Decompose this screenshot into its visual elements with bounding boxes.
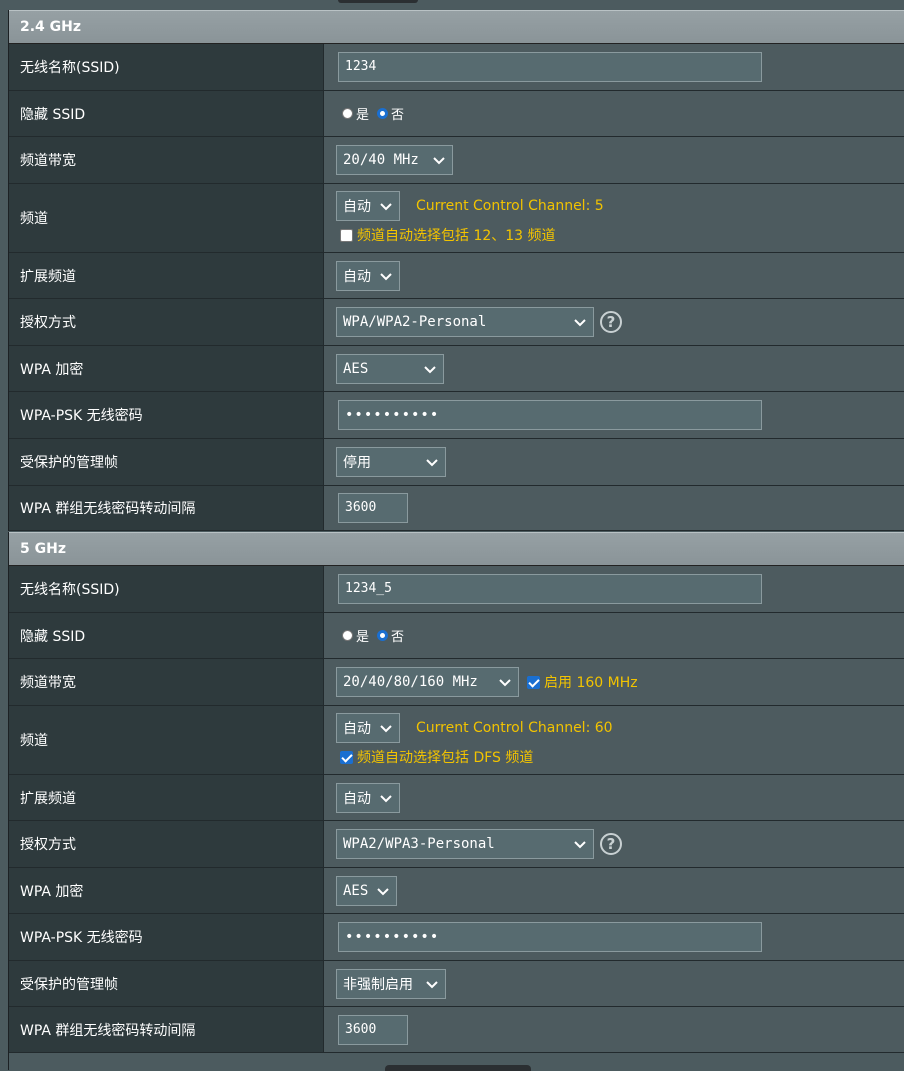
row-psk: WPA-PSK 无线密码 •••••••••• [9, 392, 904, 439]
row-encryption: WPA 加密 AES [9, 868, 904, 914]
channel-auto-checkbox[interactable] [340, 750, 353, 764]
psk-input[interactable]: •••••••••• [338, 922, 762, 952]
row-hide-ssid: 隐藏 SSID 是 否 [9, 613, 904, 659]
bandwidth-select[interactable]: 20/40/80/160 MHz [336, 667, 519, 697]
chevron-down-icon [380, 203, 392, 211]
radio-off-icon [342, 630, 353, 641]
channel-label: 频道 [9, 184, 324, 252]
ext-channel-label: 扩展频道 [9, 253, 324, 298]
psk-label: WPA-PSK 无线密码 [9, 392, 324, 438]
encryption-select[interactable]: AES [336, 875, 397, 906]
channel-auto-note: 频道自动选择包括 12、13 频道 [357, 228, 556, 244]
question-mark-icon[interactable]: ? [600, 311, 622, 333]
chevron-down-icon [574, 841, 586, 849]
question-mark-icon[interactable]: ? [600, 833, 622, 855]
radio-off-icon [342, 108, 353, 119]
auth-select[interactable]: WPA/WPA2-Personal [336, 307, 594, 337]
row-hide-ssid: 隐藏 SSID 是 否 [9, 91, 904, 137]
apply-button-edge[interactable] [385, 1065, 531, 1071]
channel-auto-note: 频道自动选择包括 DFS 频道 [357, 750, 534, 766]
chevron-down-icon [499, 679, 511, 687]
chevron-down-icon [380, 725, 392, 733]
row-ext-channel: 扩展频道 自动 [9, 775, 904, 821]
band-5-panel: 5 GHz 无线名称(SSID) 1234_5 隐藏 SSID 是 否 频道带宽… [8, 532, 904, 1053]
row-channel: 频道 自动 Current Control Channel: 5 频道自动选择包… [9, 184, 904, 253]
chevron-down-icon [426, 980, 438, 988]
ssid-label: 无线名称(SSID) [9, 566, 324, 612]
row-channel: 频道 自动 Current Control Channel: 60 频道自动选择… [9, 706, 904, 775]
ssid-input[interactable]: 1234_5 [338, 574, 762, 604]
ssid-input[interactable]: 1234 [338, 52, 762, 82]
bandwidth-select[interactable]: 20/40 MHz [336, 145, 453, 175]
row-bandwidth: 频道带宽 20/40/80/160 MHz 启用 160 MHz [9, 659, 904, 706]
pmf-label: 受保护的管理帧 [9, 439, 324, 485]
pmf-select[interactable]: 停用 [336, 447, 446, 477]
psk-input[interactable]: •••••••••• [338, 400, 762, 430]
hide-ssid-label: 隐藏 SSID [9, 91, 324, 136]
auth-label: 授权方式 [9, 299, 324, 345]
row-rekey: WPA 群组无线密码转动间隔 3600 [9, 486, 904, 531]
chevron-down-icon [380, 272, 392, 280]
row-ssid: 无线名称(SSID) 1234_5 [9, 566, 904, 613]
top-scroll-edge [0, 0, 904, 10]
chevron-down-icon [424, 365, 436, 373]
bandwidth-label: 频道带宽 [9, 137, 324, 183]
band-24-panel: 2.4 GHz 无线名称(SSID) 1234 隐藏 SSID 是 否 频道带宽… [8, 10, 904, 531]
psk-label: WPA-PSK 无线密码 [9, 914, 324, 960]
hide-ssid-label: 隐藏 SSID [9, 613, 324, 658]
rekey-label: WPA 群组无线密码转动间隔 [9, 486, 324, 530]
hide-ssid-no-radio[interactable]: 否 [377, 104, 404, 123]
pmf-label: 受保护的管理帧 [9, 961, 324, 1006]
hide-ssid-yes-radio[interactable]: 是 [342, 626, 369, 645]
ext-channel-select[interactable]: 自动 [336, 260, 400, 291]
ssid-label: 无线名称(SSID) [9, 44, 324, 90]
ext-channel-select[interactable]: 自动 [336, 782, 400, 813]
current-channel-text: Current Control Channel: 60 [416, 720, 613, 736]
bottom-edge [8, 1053, 904, 1071]
row-auth: 授权方式 WPA/WPA2-Personal ? [9, 299, 904, 346]
row-encryption: WPA 加密 AES [9, 346, 904, 392]
chevron-down-icon [380, 794, 392, 802]
pmf-select[interactable]: 非强制启用 [336, 968, 446, 999]
bandwidth-label: 频道带宽 [9, 659, 324, 705]
section-header-24ghz: 2.4 GHz [9, 10, 904, 44]
row-psk: WPA-PSK 无线密码 •••••••••• [9, 914, 904, 961]
current-channel-text: Current Control Channel: 5 [416, 198, 604, 214]
encryption-label: WPA 加密 [9, 346, 324, 391]
enable-160-checkbox[interactable] [527, 675, 540, 689]
chevron-down-icon [426, 459, 438, 467]
ext-channel-label: 扩展频道 [9, 775, 324, 820]
auth-label: 授权方式 [9, 821, 324, 867]
rekey-label: WPA 群组无线密码转动间隔 [9, 1007, 324, 1052]
row-rekey: WPA 群组无线密码转动间隔 3600 [9, 1007, 904, 1053]
section-header-5ghz: 5 GHz [9, 532, 904, 566]
channel-select[interactable]: 自动 [336, 713, 400, 743]
rekey-input[interactable]: 3600 [338, 493, 408, 523]
row-pmf: 受保护的管理帧 非强制启用 [9, 961, 904, 1007]
row-pmf: 受保护的管理帧 停用 [9, 439, 904, 486]
encryption-label: WPA 加密 [9, 868, 324, 913]
radio-on-icon [377, 108, 389, 119]
chevron-down-icon [433, 157, 445, 165]
encryption-select[interactable]: AES [336, 353, 444, 384]
row-bandwidth: 频道带宽 20/40 MHz [9, 137, 904, 184]
top-button-edge [338, 0, 418, 3]
chevron-down-icon [574, 319, 586, 327]
row-ext-channel: 扩展频道 自动 [9, 253, 904, 299]
row-ssid: 无线名称(SSID) 1234 [9, 44, 904, 91]
rekey-input[interactable]: 3600 [338, 1014, 408, 1045]
channel-auto-checkbox[interactable] [340, 228, 353, 242]
hide-ssid-no-radio[interactable]: 否 [377, 626, 404, 645]
auth-select[interactable]: WPA2/WPA3-Personal [336, 829, 594, 859]
row-auth: 授权方式 WPA2/WPA3-Personal ? [9, 821, 904, 868]
channel-select[interactable]: 自动 [336, 191, 400, 221]
channel-label: 频道 [9, 706, 324, 774]
radio-on-icon [377, 630, 389, 641]
chevron-down-icon [377, 887, 389, 895]
hide-ssid-yes-radio[interactable]: 是 [342, 104, 369, 123]
enable-160-label: 启用 160 MHz [544, 675, 638, 691]
